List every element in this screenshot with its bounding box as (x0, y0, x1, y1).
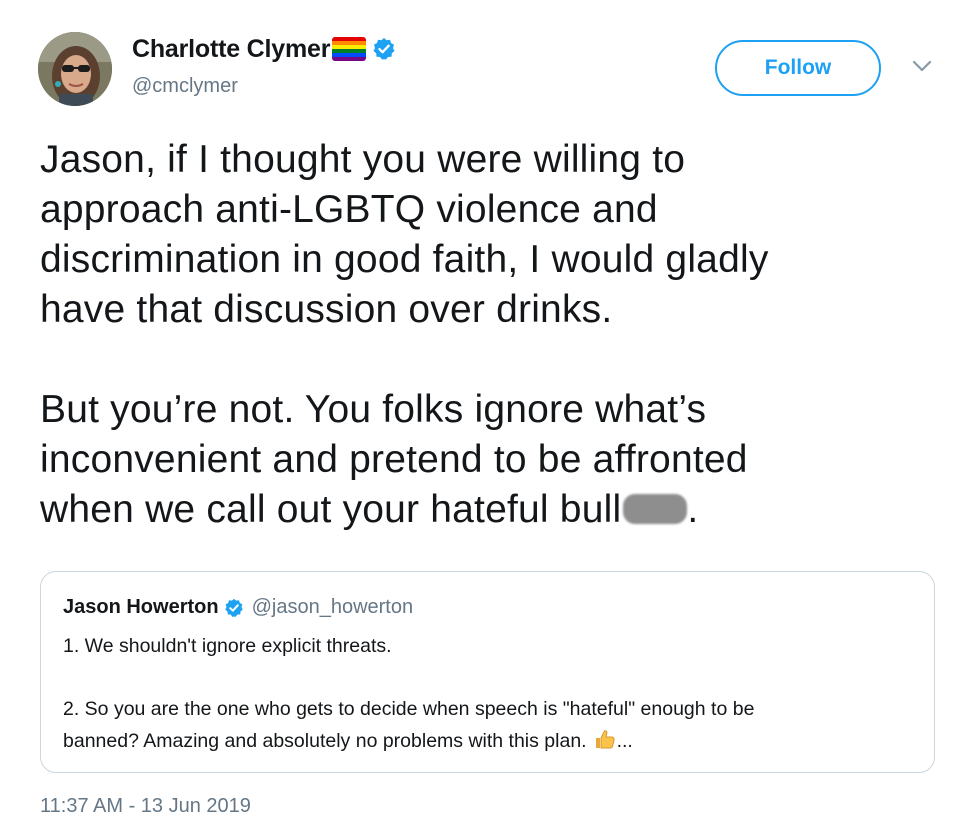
avatar[interactable] (38, 32, 112, 106)
tweet-line: inconvenient and pretend to be affronted (40, 438, 748, 481)
tweet-line: have that discussion over drinks. (40, 288, 613, 331)
quoted-line: 1. We shouldn't ignore explicit threats. (63, 635, 392, 657)
quoted-line-last: banned? Amazing and absolutely no proble… (63, 725, 913, 757)
tweet-line: Jason, if I thought you were willing to (40, 138, 686, 181)
author-display-name[interactable]: Charlotte Clymer (132, 35, 330, 64)
tweet-line: But you’re not. You folks ignore what’s (40, 388, 707, 431)
quoted-tweet-body: 1. We shouldn't ignore explicit threats.… (63, 630, 913, 757)
verified-badge-icon (224, 598, 244, 618)
tweet-line: discrimination in good faith, I would gl… (40, 238, 769, 281)
quoted-line: 2. So you are the one who gets to decide… (63, 698, 755, 720)
author-name-row[interactable]: Charlotte Clymer (132, 32, 396, 66)
censor-blur (623, 494, 688, 524)
quoted-tweet-card[interactable]: Jason Howerton @jason_howerton 1. We sho… (40, 571, 935, 773)
tweet-line-prefix: when we call out your hateful bull (40, 488, 622, 531)
author-handle[interactable]: @cmclymer (132, 75, 238, 98)
quoted-line-ellipsis: ... (616, 730, 633, 752)
tweet-line-suffix: . (687, 488, 699, 531)
quoted-tweet-header: Jason Howerton @jason_howerton (63, 596, 413, 619)
tweet-text: Jason, if I thought you were willing to … (40, 135, 940, 535)
quoted-line-text: banned? Amazing and absolutely no proble… (63, 730, 587, 752)
tweet-line-last: when we call out your hateful bull. (40, 485, 940, 535)
thumbs-up-icon (593, 727, 617, 751)
tweet-timestamp[interactable]: 11:37 AM - 13 Jun 2019 (40, 795, 251, 818)
follow-button[interactable]: Follow (715, 40, 881, 96)
quoted-author-name: Jason Howerton (63, 596, 219, 618)
tweet-line: approach anti-LGBTQ violence and (40, 188, 658, 231)
quoted-author-handle: @jason_howerton (251, 596, 414, 618)
chevron-down-icon[interactable] (911, 58, 933, 74)
rainbow-flag-icon (332, 37, 367, 61)
verified-badge-icon (372, 37, 396, 61)
